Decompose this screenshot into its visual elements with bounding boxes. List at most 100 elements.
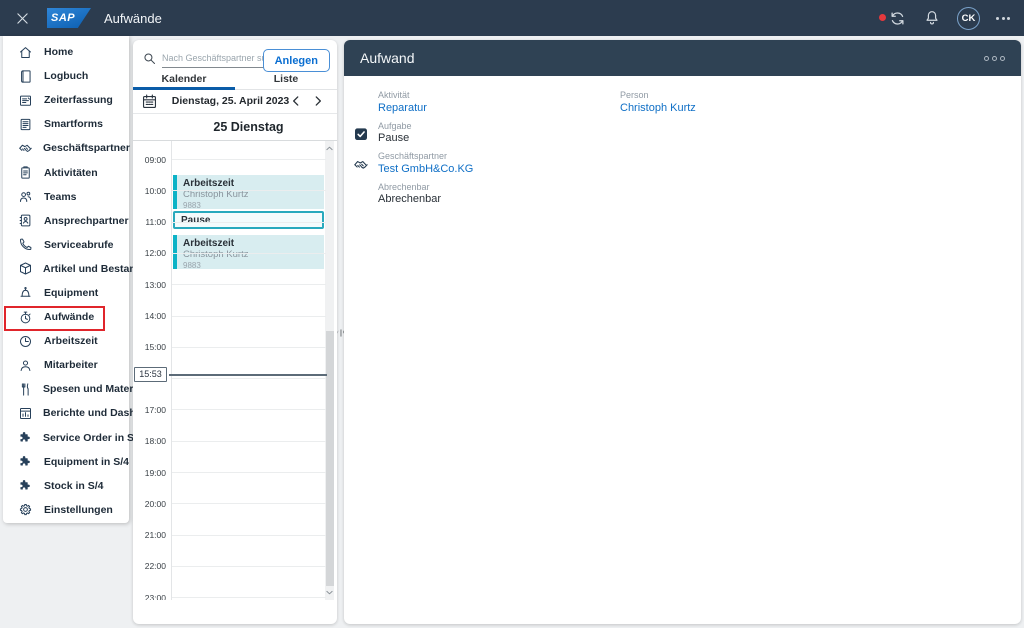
sidebar-item-label: Equipment — [44, 287, 98, 299]
sidebar-item-einstellungen[interactable]: Einstellungen — [3, 498, 129, 522]
puzzle-icon — [18, 478, 34, 494]
sidebar-item-stock-in-s-4[interactable]: Stock in S/4 — [3, 474, 129, 498]
scrollbar-thumb[interactable] — [326, 331, 334, 586]
next-day-icon[interactable] — [311, 94, 325, 108]
field-text: AktivitätReparatur — [378, 90, 427, 116]
current-time-line — [169, 374, 327, 376]
sidebar-item-logbuch[interactable]: Logbuch — [3, 64, 129, 88]
sidebar-item-equipment[interactable]: Equipment — [3, 281, 129, 305]
phone-icon — [18, 237, 34, 253]
datepicker-icon[interactable] — [141, 93, 158, 110]
avatar[interactable]: CK — [957, 7, 980, 30]
hour-gridline — [172, 222, 326, 223]
sidebar-item-arbeitszeit[interactable]: Arbeitszeit — [3, 329, 129, 353]
sidebar-item-label: Stock in S/4 — [44, 480, 104, 492]
hour-gridline — [172, 441, 326, 442]
sidebar-item-gesch-ftspartner[interactable]: Geschäftspartner — [3, 136, 129, 160]
hour-label: 09:00 — [133, 155, 166, 165]
sidebar-item-label: Teams — [44, 191, 77, 203]
people-icon — [18, 189, 34, 205]
field-abrechenbar: AbrechenbarAbrechenbar — [353, 182, 441, 208]
field-label: Aufgabe — [378, 121, 412, 132]
hour-label: 11:00 — [133, 217, 166, 227]
sidebar-item-mitarbeiter[interactable]: Mitarbeiter — [3, 353, 129, 377]
sync-button[interactable] — [888, 9, 907, 28]
notifications-bell-icon[interactable] — [923, 9, 941, 27]
scroll-up-icon[interactable] — [325, 144, 334, 153]
field-label: Geschäftspartner — [378, 151, 473, 162]
calendar-event-pause[interactable]: Pause — [173, 211, 324, 229]
sidebar-item-equipment-in-s-4[interactable]: Equipment in S/4 — [3, 450, 129, 474]
detail-overflow-icon[interactable] — [984, 56, 1005, 61]
create-button[interactable]: Anlegen — [263, 49, 330, 72]
event-number: 9883 — [183, 261, 320, 269]
hour-gridline — [172, 284, 326, 285]
clipboard-icon — [18, 165, 34, 181]
date-navigation: Dienstag, 25. April 2023 — [133, 90, 337, 114]
tab-kalender[interactable]: Kalender — [133, 73, 235, 89]
field-value: Pause — [378, 132, 412, 146]
close-icon[interactable] — [14, 10, 31, 27]
sidebar-item-serviceabrufe[interactable]: Serviceabrufe — [3, 233, 129, 257]
search-input[interactable] — [162, 48, 266, 68]
day-column[interactable]: ArbeitszeitChristoph Kurtz9883 Pause Arbei… — [172, 141, 325, 600]
hour-gridline — [172, 316, 326, 317]
day-header: 25 Dienstag — [171, 114, 326, 140]
sidebar-nav: HomeLogbuchZeiterfassungSmartformsGeschä… — [3, 36, 129, 523]
sidebar-item-service-order-in-s-4[interactable]: Service Order in S/4 — [3, 426, 129, 450]
hour-label: 15:00 — [133, 342, 166, 352]
sidebar-item-artikel-und-bestand[interactable]: Artikel und Bestand — [3, 257, 129, 281]
hour-label: 17:00 — [133, 405, 166, 415]
hour-label: 19:00 — [133, 468, 166, 478]
field-text: GeschäftspartnerTest GmbH&Co.KG — [378, 151, 473, 177]
hour-label: 20:00 — [133, 499, 166, 509]
sidebar-item-spesen-und-material[interactable]: Spesen und Material — [3, 377, 129, 401]
sidebar-item-teams[interactable]: Teams — [3, 185, 129, 209]
app-root: { "colors": { "topbar_bg": "#2c3c4f", "h… — [0, 0, 1024, 628]
sidebar-item-zeiterfassung[interactable]: Zeiterfassung — [3, 88, 129, 112]
tab-liste[interactable]: Liste — [235, 73, 337, 89]
previous-day-icon[interactable] — [289, 94, 303, 108]
field-label: Abrechenbar — [378, 182, 441, 193]
field-value[interactable]: Christoph Kurtz — [620, 102, 696, 116]
sidebar-item-label: Einstellungen — [44, 504, 113, 516]
gear-icon — [18, 502, 34, 518]
hour-label: 22:00 — [133, 561, 166, 571]
field-icon-spacer — [353, 90, 378, 116]
overflow-menu-icon[interactable] — [996, 17, 1010, 20]
field-person: PersonChristoph Kurtz — [595, 90, 696, 116]
sidebar-item-label: Service Order in S/4 — [43, 432, 143, 444]
field-row: AktivitätReparatur PersonChristoph Kurtz — [353, 90, 1021, 116]
sidebar-item-ansprechpartner[interactable]: Ansprechpartner — [3, 209, 129, 233]
field-label: Aktivität — [378, 90, 427, 101]
sidebar-item-aufw-nde[interactable]: Aufwände — [3, 305, 129, 329]
hour-gridline — [172, 347, 326, 348]
sidebar-item-home[interactable]: Home — [3, 40, 129, 64]
calendar-event-arbeitszeit[interactable]: ArbeitszeitChristoph Kurtz9883 — [173, 235, 324, 269]
field-aufgabe: AufgabePause — [353, 121, 412, 147]
handshake-icon — [353, 151, 378, 177]
scroll-down-icon[interactable] — [325, 588, 334, 597]
sidebar-item-label: Equipment in S/4 — [44, 456, 129, 468]
sidebar-item-label: Spesen und Material — [43, 383, 145, 395]
sync-alert-dot — [879, 14, 886, 21]
field-icon-spacer — [595, 90, 620, 116]
calendar-grid: ArbeitszeitChristoph Kurtz9883 Pause Arbei… — [133, 140, 337, 600]
puzzle-icon — [18, 454, 34, 470]
field-value[interactable]: Test GmbH&Co.KG — [378, 163, 473, 177]
puzzle-icon — [18, 430, 33, 446]
task-icon — [353, 121, 378, 147]
field-value[interactable]: Reparatur — [378, 102, 427, 116]
sidebar-item-aktivit-ten[interactable]: Aktivitäten — [3, 160, 129, 184]
sidebar-item-label: Serviceabrufe — [44, 239, 113, 251]
sidebar-item-berichte-und-dashboard[interactable]: Berichte und Dashboard — [3, 401, 129, 425]
field-aktivit-t: AktivitätReparatur — [353, 90, 427, 116]
sidebar-item-label: Aktivitäten — [44, 167, 98, 179]
field-gesch-ftspartner: GeschäftspartnerTest GmbH&Co.KG — [353, 151, 473, 177]
field-text: AufgabePause — [378, 121, 412, 147]
sidebar-item-smartforms[interactable]: Smartforms — [3, 112, 129, 136]
calendar-event-arbeitszeit[interactable]: ArbeitszeitChristoph Kurtz9883 — [173, 175, 324, 209]
calendar-panel: Anlegen KalenderListe Dienstag, 25. Apri… — [133, 40, 337, 624]
hour-label: 10:00 — [133, 186, 166, 196]
handshake-icon — [18, 140, 33, 156]
